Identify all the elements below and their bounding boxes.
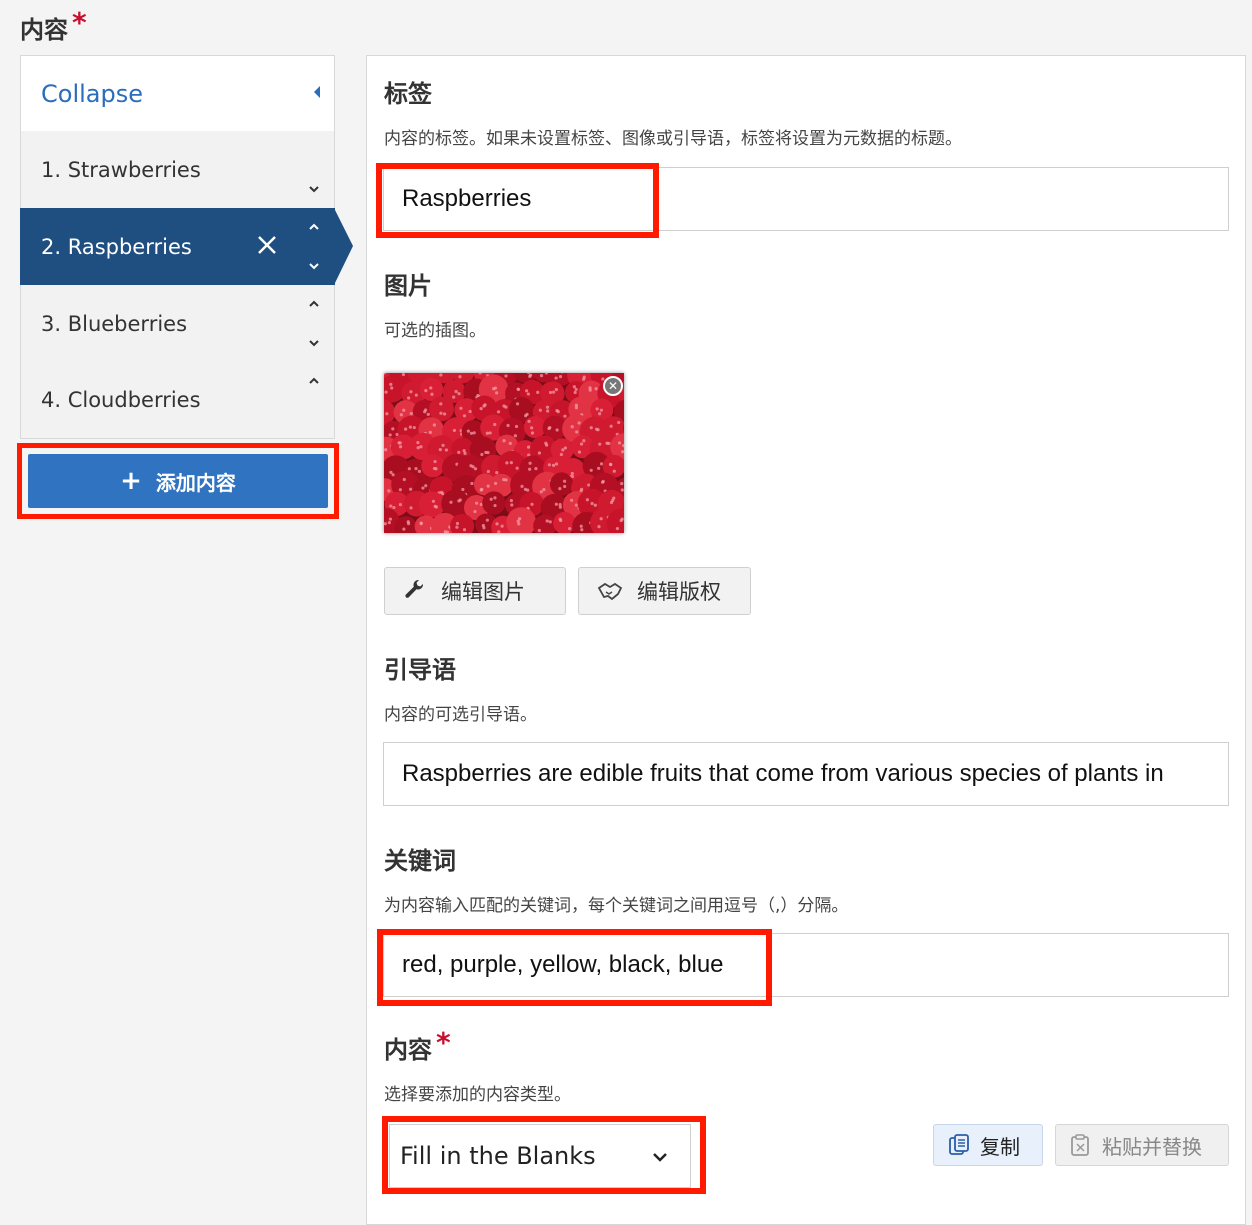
move-up-icon[interactable] [308, 376, 320, 386]
move-up-icon[interactable] [308, 222, 320, 232]
handshake-icon [597, 580, 623, 602]
intro-input[interactable]: Raspberries are edible fruits that come … [383, 742, 1229, 806]
keywords-field-title: 关键词 [384, 841, 456, 876]
move-down-icon[interactable] [308, 184, 320, 194]
paste-replace-label: 粘贴并替换 [1102, 1131, 1202, 1160]
list-item-label: 2. Raspberries [41, 235, 192, 259]
list-item-blueberries[interactable]: 3. Blueberries [20, 285, 335, 362]
content-type-select[interactable]: Fill in the Blanks [389, 1124, 691, 1188]
list-item-strawberries[interactable]: 1. Strawberries [20, 131, 335, 208]
edit-image-label: 编辑图片 [441, 576, 525, 606]
move-down-icon[interactable] [308, 338, 320, 348]
copy-button[interactable]: 复制 [933, 1124, 1043, 1166]
intro-field-description: 内容的可选引导语。 [384, 700, 537, 725]
edit-image-button[interactable]: 编辑图片 [384, 567, 566, 615]
edit-copyright-label: 编辑版权 [637, 576, 721, 606]
raspberries-image[interactable] [384, 373, 624, 533]
content-list-sidebar: Collapse 1. Strawberries 2. Raspberries … [20, 55, 335, 439]
intro-field-title: 引导语 [384, 650, 456, 685]
content-section-title: 内容* [20, 10, 87, 45]
list-item-cloudberries[interactable]: 4. Cloudberries [20, 362, 335, 439]
content-field-description: 选择要添加的内容类型。 [384, 1080, 571, 1105]
list-item-raspberries[interactable]: 2. Raspberries [20, 208, 335, 285]
content-type-value: Fill in the Blanks [400, 1142, 596, 1170]
required-asterisk: * [72, 6, 87, 39]
add-content-highlight: + 添加内容 [17, 443, 339, 519]
paste-replace-button[interactable]: 粘贴并替换 [1055, 1124, 1229, 1166]
keywords-field-description: 为内容输入匹配的关键词，每个关键词之间用逗号（,）分隔。 [384, 891, 848, 916]
raspberries-photo [384, 373, 624, 533]
edit-copyright-button[interactable]: 编辑版权 [578, 567, 751, 615]
move-down-icon[interactable] [308, 261, 320, 271]
chevron-down-icon [652, 1151, 668, 1163]
move-up-icon[interactable] [308, 299, 320, 309]
list-item-label: 1. Strawberries [41, 158, 201, 182]
add-content-label: 添加内容 [156, 467, 236, 496]
copy-icon [948, 1133, 970, 1157]
required-asterisk: * [436, 1026, 451, 1059]
copy-label: 复制 [980, 1131, 1020, 1160]
caret-left-icon [314, 86, 320, 98]
label-field-title: 标签 [384, 74, 432, 109]
remove-image-icon[interactable]: ✕ [603, 376, 623, 396]
content-title-text: 内容 [20, 16, 68, 44]
image-field-title: 图片 [384, 266, 432, 301]
collapse-toggle[interactable]: Collapse [20, 55, 335, 131]
collapse-label: Collapse [41, 80, 143, 108]
keywords-input[interactable]: red, purple, yellow, black, blue [383, 933, 1229, 997]
content-field-title: 内容* [384, 1030, 451, 1065]
image-field-description: 可选的插图。 [384, 316, 486, 341]
list-item-label: 4. Cloudberries [41, 388, 201, 412]
content-field-title-text: 内容 [384, 1036, 432, 1064]
content-editor-panel: 标签 内容的标签。如果未设置标签、图像或引导语，标签将设置为元数据的标题。 Ra… [366, 55, 1246, 1225]
clipboard-icon [1070, 1133, 1092, 1157]
list-item-label: 3. Blueberries [41, 312, 187, 336]
add-content-button[interactable]: + 添加内容 [28, 454, 328, 508]
plus-icon: + [120, 466, 142, 496]
wrench-icon [403, 579, 427, 603]
remove-item-icon[interactable] [256, 234, 278, 256]
label-input[interactable]: Raspberries [383, 167, 1229, 231]
label-field-description: 内容的标签。如果未设置标签、图像或引导语，标签将设置为元数据的标题。 [384, 124, 962, 149]
